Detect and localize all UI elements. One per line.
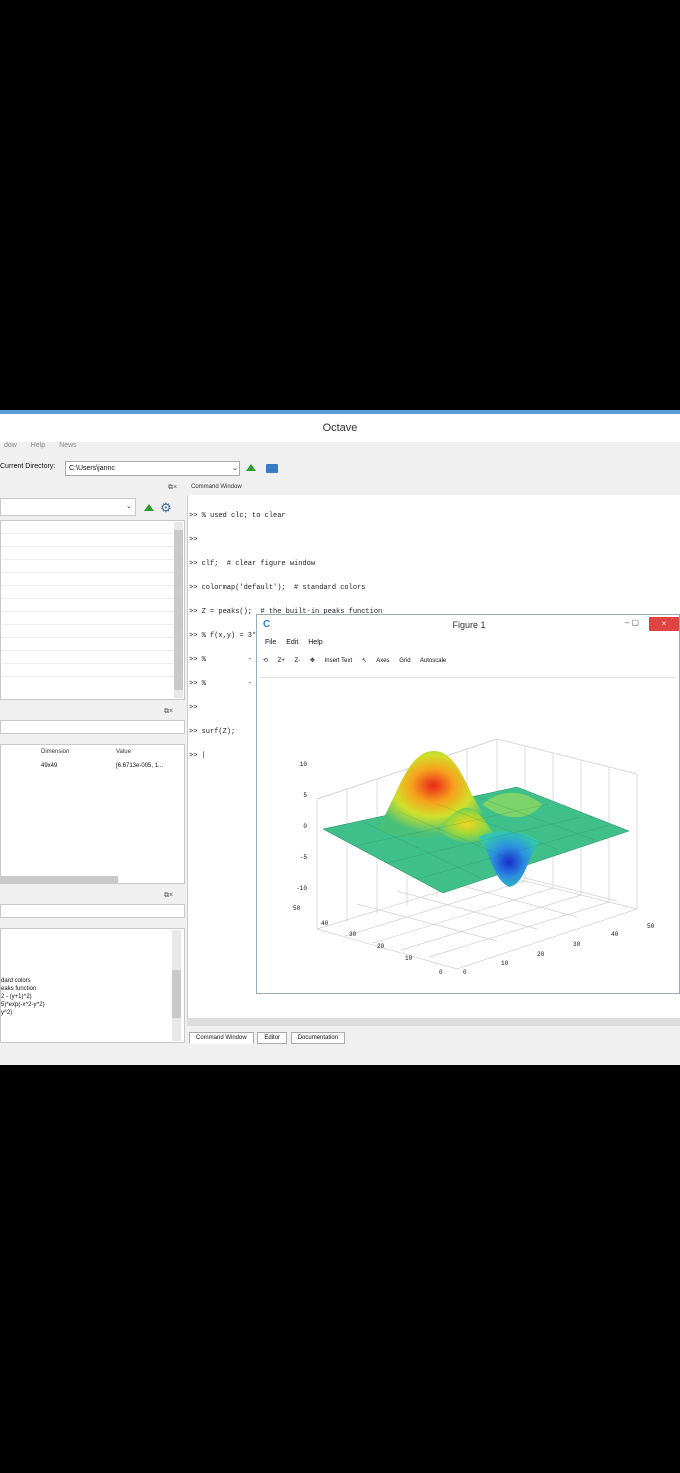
- value-header: Value: [116, 749, 131, 755]
- workspace-dimension[interactable]: 49x49: [41, 763, 57, 769]
- z-axis-ticks: 10 5 0 -5 -10: [287, 749, 307, 904]
- tab-documentation[interactable]: Documentation: [290, 1032, 346, 1044]
- figure-menu: File Edit Help: [265, 639, 331, 646]
- figure-window[interactable]: Figure 1 C – ▢ × File Edit Help ⟲ Z+ Z- …: [256, 614, 680, 994]
- x-tick: 0: [463, 969, 467, 976]
- close-icon[interactable]: ×: [649, 617, 679, 631]
- window-title: Octave: [0, 414, 680, 442]
- folder-icon[interactable]: [266, 464, 278, 473]
- history-line[interactable]: dard colors: [1, 977, 45, 985]
- octave-logo-icon: C: [263, 619, 271, 630]
- file-list-scrollbar[interactable]: [174, 522, 183, 698]
- z-tick: 10: [299, 761, 307, 768]
- figure-title: Figure 1: [452, 620, 486, 630]
- workspace-hscrollbar[interactable]: [0, 876, 118, 884]
- z-tick: -5: [299, 854, 307, 861]
- command-line: >>: [189, 536, 198, 544]
- insert-text-button[interactable]: Insert Text: [325, 658, 353, 664]
- left-pane: ⧉× ⌄ ⚙ ⧉× Dimension Value 49x49 [6.6713e…: [0, 482, 185, 1062]
- chevron-down-icon[interactable]: ⌄: [232, 464, 238, 472]
- z-tick: 0: [303, 823, 307, 830]
- command-line: >> colormap('default'); # standard color…: [189, 584, 366, 592]
- tab-command-window[interactable]: Command Window: [189, 1032, 254, 1044]
- select-icon[interactable]: ↖: [362, 658, 367, 664]
- y-tick: 20: [377, 943, 385, 950]
- axes-button[interactable]: Axes: [376, 658, 389, 664]
- gear-icon[interactable]: ⚙: [160, 500, 172, 516]
- pan-icon[interactable]: ✥: [310, 658, 315, 664]
- figure-menu-help[interactable]: Help: [308, 639, 322, 646]
- history-line[interactable]: y^2): [1, 1009, 45, 1017]
- chevron-down-icon[interactable]: ⌄: [126, 502, 132, 510]
- file-filter-input[interactable]: [0, 498, 136, 516]
- menu-help[interactable]: Help: [31, 442, 45, 449]
- workspace-table: Dimension Value 49x49 [6.6713e-005, 1...: [0, 744, 185, 884]
- file-list[interactable]: [0, 520, 185, 700]
- command-line: >> clf; # clear figure window: [189, 560, 316, 568]
- figure-toolbar: ⟲ Z+ Z- ✥ Insert Text ↖ Axes Grid Autosc…: [263, 657, 673, 675]
- history-line[interactable]: 2 - (y+1)^2): [1, 993, 45, 1001]
- octave-window: Octave dow Help News Current Directory: …: [0, 410, 680, 1065]
- menu-news[interactable]: News: [59, 442, 77, 449]
- directory-bar: Current Directory: C:\Users\jannc ⌄: [0, 458, 680, 480]
- surface-plot[interactable]: [257, 679, 679, 993]
- rotate-icon[interactable]: ⟲: [263, 658, 268, 664]
- command-hscrollbar[interactable]: [187, 1018, 680, 1026]
- history-filter[interactable]: [0, 904, 185, 918]
- figure-menu-file[interactable]: File: [265, 639, 276, 646]
- up-directory-icon[interactable]: [246, 464, 256, 471]
- grid-button[interactable]: Grid: [399, 658, 410, 664]
- x-tick: 20: [537, 951, 545, 958]
- workspace-value[interactable]: [6.6713e-005, 1...: [116, 763, 163, 769]
- dock-undock-icon[interactable]: ⧉×: [164, 892, 173, 900]
- y-tick: 0: [439, 969, 443, 976]
- x-tick: 40: [611, 931, 619, 938]
- menu-bar: dow Help News: [0, 442, 680, 456]
- tab-editor[interactable]: Editor: [257, 1032, 288, 1044]
- zoom-in-button[interactable]: Z+: [278, 658, 285, 664]
- zoom-out-button[interactable]: Z-: [295, 658, 301, 664]
- command-line: >> % used clc; to clear: [189, 512, 286, 520]
- history-scrollbar[interactable]: [172, 930, 181, 1041]
- y-tick: 10: [405, 955, 413, 962]
- z-tick: -10: [296, 885, 307, 892]
- directory-path: C:\Users\jannc: [69, 465, 115, 472]
- parent-folder-icon[interactable]: [144, 504, 154, 511]
- history-line[interactable]: eaks function: [1, 985, 45, 993]
- y-tick: 30: [349, 931, 357, 938]
- x-tick: 10: [501, 960, 509, 967]
- directory-label: Current Directory:: [0, 463, 56, 470]
- command-history: dard colors eaks function 2 - (y+1)^2) 5…: [0, 928, 185, 1043]
- history-line[interactable]: 5)*exp(-x^2-y^2): [1, 1001, 45, 1009]
- dock-undock-icon[interactable]: ⧉×: [164, 708, 173, 716]
- minimize-maximize-icons[interactable]: – ▢: [625, 618, 639, 627]
- x-tick: 30: [573, 941, 581, 948]
- autoscale-button[interactable]: Autoscale: [420, 658, 446, 664]
- figure-menu-edit[interactable]: Edit: [286, 639, 298, 646]
- command-window-header: Command Window: [191, 484, 242, 490]
- workspace-filter[interactable]: [0, 720, 185, 734]
- y-tick: 50: [293, 905, 301, 912]
- y-tick: 40: [321, 920, 329, 927]
- z-tick: 5: [303, 792, 307, 799]
- dock-undock-icon[interactable]: ⧉×: [168, 484, 177, 492]
- dimension-header: Dimension: [41, 749, 70, 755]
- x-tick: 50: [647, 923, 655, 930]
- directory-input[interactable]: C:\Users\jannc: [65, 461, 240, 476]
- menu-window[interactable]: dow: [4, 442, 17, 449]
